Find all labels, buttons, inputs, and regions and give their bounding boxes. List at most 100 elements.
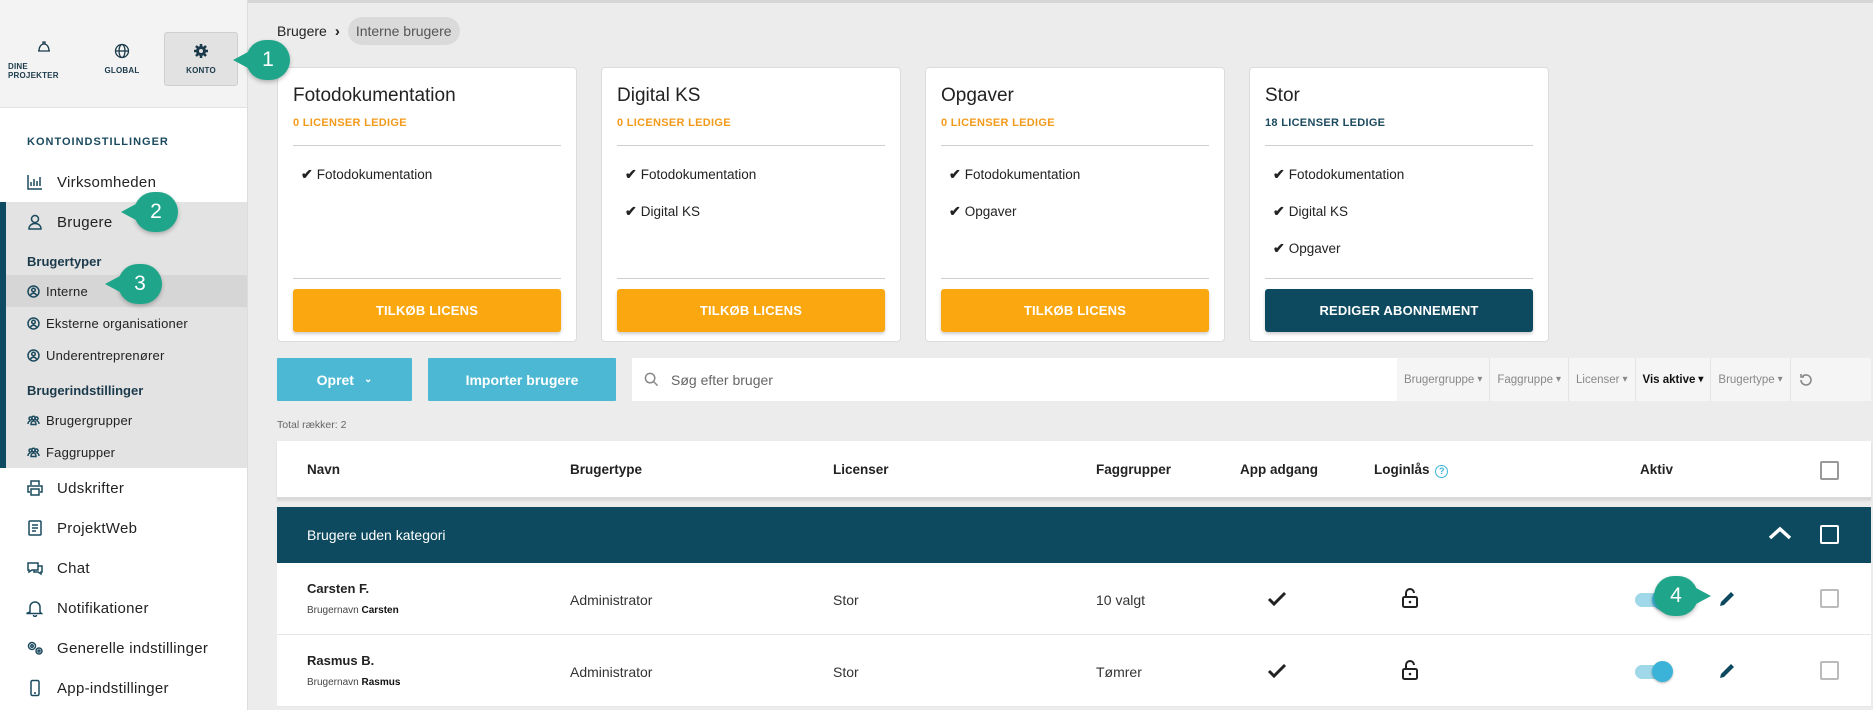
- license-card-digital-ks: Digital KS 0 LICENSER LEDIGE ✔ Fotodokume…: [601, 67, 901, 342]
- filter-brugertype[interactable]: Brugertype: [1711, 358, 1791, 401]
- filter-vis-aktive[interactable]: Vis aktive: [1636, 358, 1712, 401]
- col-app-adgang[interactable]: App adgang: [1240, 462, 1318, 477]
- select-all-checkbox[interactable]: [1820, 461, 1839, 480]
- create-dropdown-button[interactable]: Opret ⌄: [277, 358, 412, 401]
- check-icon: ✔: [949, 203, 961, 219]
- sidebar-item-faggrupper[interactable]: Faggrupper: [6, 436, 247, 468]
- feature-item: ✔ Opgaver: [1273, 240, 1341, 256]
- row-checkbox[interactable]: [1820, 661, 1839, 680]
- divider: [1265, 278, 1533, 279]
- row-checkbox[interactable]: [1820, 589, 1839, 608]
- sidebar-item-notifikationer[interactable]: Notifikationer: [0, 588, 247, 628]
- feature-item: ✔ Opgaver: [949, 203, 1017, 219]
- user-type: Administrator: [570, 592, 653, 608]
- side-heading: KONTOINDSTILLINGER: [27, 136, 169, 148]
- feature-item: ✔ Digital KS: [625, 203, 701, 219]
- sidebar-item-eksterne[interactable]: Eksterne organisationer: [6, 307, 247, 339]
- feature-item: ✔ Fotodokumentation: [625, 166, 757, 182]
- sidebar-item-projektweb[interactable]: ProjektWeb: [0, 508, 247, 548]
- table-row[interactable]: Carsten F. Brugernavn Carsten Administra…: [277, 563, 1871, 635]
- sidebar-item-brugergrupper[interactable]: Brugergrupper: [6, 404, 247, 436]
- col-loginlas[interactable]: Loginlås ?: [1374, 462, 1449, 478]
- group-header[interactable]: Brugere uden kategori: [277, 507, 1871, 563]
- brugere-group: Brugere Brugertyper Interne Eksterne org…: [0, 202, 247, 468]
- chevron-right-icon: ›: [334, 22, 340, 40]
- sidebar-item-app-indstillinger[interactable]: App-indstillinger: [0, 668, 247, 708]
- reset-filters-icon[interactable]: [1791, 358, 1824, 401]
- toggle-knob: [1652, 661, 1673, 682]
- search-input[interactable]: Søg efter bruger: [632, 358, 1397, 401]
- helmet-icon: [38, 40, 50, 52]
- user-type: Administrator: [570, 664, 653, 680]
- user-name: Carsten F.: [307, 581, 370, 596]
- sidebar-item-underentreprenorer[interactable]: Underentreprenører: [6, 339, 247, 371]
- nav-global[interactable]: GLOBAL: [86, 32, 158, 86]
- bell-icon: [26, 601, 44, 617]
- edit-icon[interactable]: [1717, 661, 1737, 681]
- group-label: Brugere uden kategori: [307, 527, 446, 543]
- card-title: Fotodokumentation: [293, 85, 456, 106]
- nav-konto[interactable]: KONTO: [164, 32, 238, 86]
- feature-item: ✔ Fotodokumentation: [949, 166, 1081, 182]
- feature-item: ✔ Fotodokumentation: [301, 166, 433, 182]
- active-toggle[interactable]: [1635, 661, 1673, 682]
- filter-brugergruppe[interactable]: Brugergruppe: [1397, 358, 1491, 401]
- filter-licenser[interactable]: Licenser: [1569, 358, 1636, 401]
- user-circle-icon: [27, 284, 40, 298]
- nav-dine-projekter[interactable]: DINE PROJEKTER: [8, 32, 80, 86]
- breadcrumb: Brugere › Interne brugere: [277, 17, 460, 45]
- cogs-icon: [27, 641, 43, 655]
- license-card-opgaver: Opgaver 0 LICENSER LEDIGE ✔ Fotodokumenta…: [925, 67, 1225, 342]
- edit-subscription-button[interactable]: REDIGER ABONNEMENT: [1265, 289, 1533, 332]
- buy-license-button[interactable]: TILKØB LICENS: [293, 289, 561, 332]
- filter-faggruppe[interactable]: Faggruppe: [1490, 358, 1570, 401]
- import-users-button[interactable]: Importer brugere: [428, 358, 616, 401]
- buy-license-button[interactable]: TILKØB LICENS: [941, 289, 1209, 332]
- top-nav: DINE PROJEKTER GLOBAL KONTO: [0, 0, 247, 108]
- user-faggrupper: 10 valgt: [1096, 592, 1146, 608]
- top-border: [248, 0, 1873, 3]
- unlock-icon[interactable]: [1401, 659, 1419, 681]
- edit-icon[interactable]: [1717, 589, 1737, 609]
- table-row[interactable]: Rasmus B. Brugernavn Rasmus Administrato…: [277, 635, 1871, 707]
- feature-item: ✔ Fotodokumentation: [1273, 166, 1405, 182]
- card-features: ✔ Fotodokumentation ✔ Opgaver: [941, 146, 1209, 278]
- sidebar-item-generelle[interactable]: Generelle indstillinger: [0, 628, 247, 668]
- col-aktiv[interactable]: Aktiv: [1640, 462, 1673, 477]
- unlock-icon[interactable]: [1401, 587, 1419, 609]
- card-licenses-available: 0 LICENSER LEDIGE: [617, 117, 731, 129]
- callout-3: 3: [105, 264, 162, 304]
- check-icon: ✔: [1273, 203, 1285, 219]
- check-icon: ✔: [301, 166, 313, 182]
- divider: [941, 278, 1209, 279]
- card-features: ✔ Fotodokumentation ✔ Digital KS: [617, 146, 885, 278]
- check-icon: [1267, 591, 1287, 607]
- username-line: Brugernavn Rasmus: [307, 677, 401, 688]
- check-icon: [1267, 663, 1287, 679]
- breadcrumb-brugere[interactable]: Brugere: [277, 23, 327, 39]
- buy-license-button[interactable]: TILKØB LICENS: [617, 289, 885, 332]
- feature-item: ✔ Digital KS: [1273, 203, 1349, 219]
- card-licenses-available: 18 LICENSER LEDIGE: [1265, 117, 1386, 129]
- chevron-down-icon: ⌄: [363, 374, 373, 385]
- user-icon: [28, 214, 42, 230]
- license-card-stor: Stor 18 LICENSER LEDIGE ✔ Fotodokumentati…: [1249, 67, 1549, 342]
- callout-1: 1: [233, 40, 290, 80]
- web-icon: [28, 520, 42, 536]
- col-navn[interactable]: Navn: [307, 462, 340, 477]
- sidebar-item-chat[interactable]: Chat: [0, 548, 247, 588]
- col-brugertype[interactable]: Brugertype: [570, 462, 642, 477]
- col-licenser[interactable]: Licenser: [833, 462, 889, 477]
- chevron-up-icon[interactable]: [1767, 525, 1793, 541]
- group-checkbox[interactable]: [1820, 525, 1839, 544]
- card-title: Stor: [1265, 85, 1300, 106]
- sidebar-item-udskrifter[interactable]: Udskrifter: [0, 468, 247, 508]
- gear-icon: [194, 44, 208, 58]
- check-icon: ✔: [1273, 240, 1285, 256]
- filter-bar: Brugergruppe Faggruppe Licenser Vis akti…: [1397, 358, 1871, 401]
- col-faggrupper[interactable]: Faggrupper: [1096, 462, 1171, 477]
- sidebar: DINE PROJEKTER GLOBAL KONTO KONTOINDSTIL…: [0, 0, 248, 710]
- sidebar-item-virksomheden[interactable]: Virksomheden: [0, 162, 247, 202]
- help-icon[interactable]: ?: [1435, 465, 1449, 478]
- user-name: Rasmus B.: [307, 653, 375, 668]
